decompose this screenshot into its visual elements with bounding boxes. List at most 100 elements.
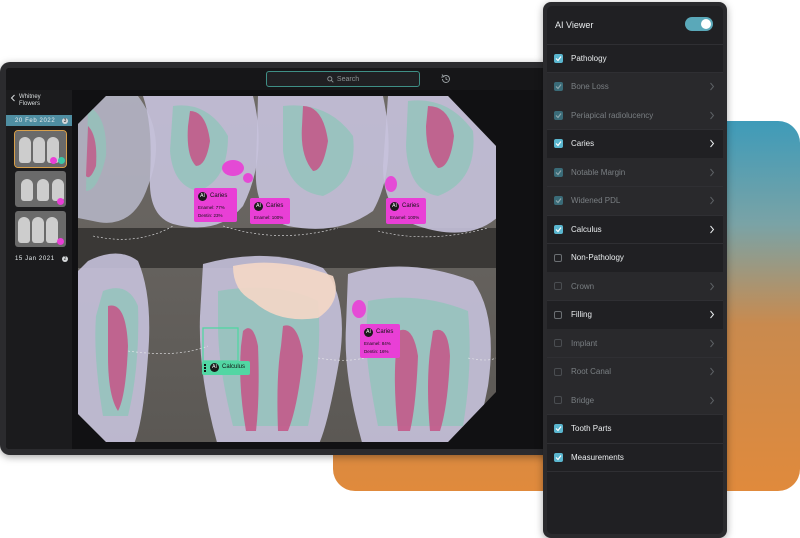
chevron-right-icon[interactable] [709,111,715,120]
patient-back-link[interactable]: Whitney Flowers [10,94,41,108]
panel-header: AI Viewer [547,6,723,45]
ai-badge: AI [198,192,207,201]
check-icon [555,55,562,61]
layer-label: Periapical radiolucency [571,110,654,120]
chevron-right-icon[interactable] [709,82,715,91]
caries-annotation[interactable]: AI Caries Enamel: 77% Dentin: 23% [194,188,237,222]
checkbox-checked[interactable] [554,53,563,63]
checkbox-unchecked[interactable] [554,367,562,376]
checkbox-checked[interactable] [554,167,563,177]
checkbox-unchecked[interactable] [554,310,562,319]
check-icon [555,426,562,432]
layer-label: Filling [571,310,592,319]
study-date-label: 20 Feb 2022 [15,117,56,124]
layer-label: Bridge [571,395,595,405]
toggle-knob [701,19,711,29]
layer-label: Notable Margin [571,167,626,177]
layer-label: Caries [571,139,595,148]
calculus-annotation[interactable]: AI Calculus [202,361,250,375]
checkbox-unchecked[interactable] [554,339,562,347]
study-date-row[interactable]: 15 Jan 2021 2 [6,253,72,264]
chevron-right-icon[interactable] [709,396,715,405]
xray-thumbnail[interactable] [15,211,66,247]
chevron-right-icon[interactable] [709,225,715,234]
tablet-device: Search Whitney Flowers 20 Feb 2022 3 15 … [0,62,560,455]
study-count-badge: 2 [62,255,68,262]
caries-annotation[interactable]: AI Caries Enamel: 100% [386,198,426,224]
layer-label: Calculus [571,224,602,234]
study-count-badge: 3 [62,117,68,124]
layer-row[interactable]: Caries [547,130,723,159]
xray-thumbnail[interactable] [14,130,67,168]
chevron-right-icon[interactable] [709,168,715,177]
checkbox-checked[interactable] [554,424,563,433]
layer-label: Tooth Parts [571,424,612,433]
layer-row[interactable]: Tooth Parts [547,415,723,444]
layer-row[interactable]: Widened PDL [547,186,723,216]
checkbox-checked[interactable] [554,82,563,91]
chevron-right-icon[interactable] [709,367,715,376]
checkbox-unchecked[interactable] [554,396,562,404]
xray-thumbnail[interactable] [15,171,66,207]
annotation-title: Caries [266,203,284,209]
xray-image[interactable] [78,96,496,442]
layer-row[interactable]: Pathology [547,44,723,73]
checkbox-checked[interactable] [554,196,563,205]
annotation-title: Calculus [222,364,246,370]
checkbox-unchecked[interactable] [554,282,562,290]
ai-viewer-toggle[interactable] [685,17,713,31]
layer-row[interactable]: Filling [547,301,723,330]
ai-badge: AI [364,328,373,337]
search-icon [327,75,334,83]
history-icon[interactable] [439,72,453,86]
chevron-right-icon[interactable] [709,310,715,319]
tablet-screen: Search Whitney Flowers 20 Feb 2022 3 15 … [6,68,554,449]
caries-annotation[interactable]: AI Caries Enamel: 100% [250,198,290,224]
ai-viewer-device: AI Viewer Pathology Bone Loss Periapical r… [543,2,727,538]
lower-teeth [78,253,491,442]
layer-row[interactable]: Root Canal [547,357,723,387]
chevron-right-icon[interactable] [709,282,715,291]
ai-badge: AI [254,202,263,211]
layer-row[interactable]: Crown [547,272,723,301]
layer-row[interactable]: Non-Pathology [547,244,723,273]
layer-row[interactable]: Calculus [547,215,723,244]
checkbox-unchecked[interactable] [554,253,562,262]
chevron-right-icon[interactable] [709,339,715,348]
layer-row[interactable]: Periapical radiolucency [547,101,723,130]
layer-label: Implant [571,338,598,348]
layer-row[interactable]: Implant [547,329,723,358]
layer-row[interactable]: Notable Margin [547,158,723,187]
layer-row[interactable]: Bone Loss [547,72,723,102]
patient-last-name: Flowers [19,101,41,107]
checkbox-checked[interactable] [554,452,563,462]
study-date-label: 15 Jan 2021 [15,255,55,262]
layer-label: Crown [571,281,595,291]
layer-label: Non-Pathology [571,253,624,262]
check-icon [555,169,562,175]
caries-annotation[interactable]: AI Caries Enamel: 84% Dentin: 16% [360,324,400,358]
checkbox-checked[interactable] [554,110,563,120]
ai-badge: AI [210,363,219,372]
layer-label: Root Canal [571,367,612,376]
annotation-title: Caries [376,329,394,335]
layer-label: Pathology [571,53,607,63]
search-bar[interactable]: Search [266,71,420,87]
layer-row[interactable]: Measurements [547,443,723,472]
annotation-title: Caries [402,203,420,209]
layer-row[interactable]: Bridge [547,386,723,415]
ai-badge: AI [390,202,399,211]
check-icon [555,454,562,460]
annotation-line: Dentin: 23% [198,213,223,218]
checkbox-checked[interactable] [554,224,563,234]
annotation-line: Enamel: 100% [390,215,420,220]
check-icon [555,226,562,232]
chevron-right-icon[interactable] [709,196,715,205]
drag-handle-icon[interactable] [204,364,206,372]
layer-label: Measurements [571,452,624,462]
checkbox-checked[interactable] [554,139,563,148]
chevron-right-icon[interactable] [709,139,715,148]
study-date-row[interactable]: 20 Feb 2022 3 [6,115,72,126]
check-icon [555,112,562,118]
study-sidebar: Whitney Flowers 20 Feb 2022 3 15 Jan 202… [6,90,72,449]
